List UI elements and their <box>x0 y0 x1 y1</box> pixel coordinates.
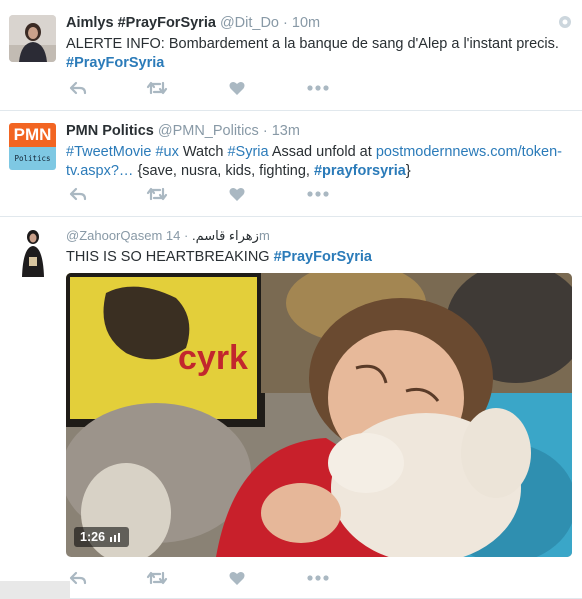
tweet-header: PMN Politics @PMN_Politics · 13m <box>66 123 300 139</box>
tweet-text: ALERTE INFO: Bombardement a la banque de… <box>66 36 559 71</box>
retweet-icon[interactable] <box>145 184 169 204</box>
avatar[interactable] <box>9 15 56 62</box>
hashtag-link[interactable]: #Syria <box>227 144 268 160</box>
retweet-icon[interactable] <box>145 78 169 98</box>
hashtag-link[interactable]: #PrayForSyria <box>274 249 372 265</box>
retweet-icon[interactable] <box>145 568 169 588</box>
tweet-1[interactable]: Aimlys #PrayForSyria @Dit_Do · 10m ALERT… <box>0 0 582 111</box>
display-name[interactable]: Aimlys #PrayForSyria <box>66 15 216 31</box>
reply-icon[interactable] <box>66 184 90 204</box>
bottom-edge-bar <box>0 581 70 599</box>
video-player[interactable]: cyrk 1:26 <box>66 273 572 557</box>
video-duration-badge: 1:26 <box>74 527 130 547</box>
like-icon[interactable] <box>225 184 249 204</box>
user-handle[interactable]: @Dit_Do <box>220 15 279 31</box>
more-icon[interactable] <box>306 78 330 98</box>
avatar[interactable] <box>18 227 48 277</box>
tweet-header: Aimlys #PrayForSyria @Dit_Do · 10m <box>66 15 321 31</box>
more-icon[interactable] <box>306 184 330 204</box>
tweet-text: THIS IS SO HEARTBREAKING #PrayForSyria <box>66 249 372 265</box>
hashtag-link[interactable]: #PrayForSyria <box>66 55 164 71</box>
hashtag-link[interactable]: #TweetMovie <box>66 144 151 160</box>
like-icon[interactable] <box>225 568 249 588</box>
poster-sign-text: cyrk <box>178 339 248 377</box>
display-name[interactable]: PMN Politics <box>66 123 154 139</box>
timestamp[interactable]: 13m <box>272 123 300 139</box>
hashtag-link[interactable]: #prayforsyria <box>314 163 406 179</box>
gear-icon[interactable] <box>558 15 572 29</box>
more-icon[interactable] <box>306 568 330 588</box>
tweet-text: #TweetMovie #ux Watch #Syria Assad unfol… <box>66 144 562 179</box>
user-handle[interactable]: @ZahoorQasem <box>66 228 162 243</box>
video-thumbnail: cyrk <box>66 273 572 557</box>
avatar[interactable]: PMN Politics <box>9 123 56 170</box>
like-icon[interactable] <box>225 78 249 98</box>
display-name[interactable]: زهراء قاسم. <box>192 228 259 243</box>
hashtag-link[interactable]: #ux <box>155 144 178 160</box>
reply-icon[interactable] <box>66 78 90 98</box>
video-icon <box>110 533 121 542</box>
user-handle[interactable]: @PMN_Politics <box>158 123 259 139</box>
tweet-2[interactable]: PMN Politics PMN Politics @PMN_Politics … <box>0 111 582 217</box>
avatar-logo-text: PMN <box>9 123 56 147</box>
avatar-logo-subtext: Politics <box>9 147 56 170</box>
timestamp[interactable]: 10m <box>292 15 320 31</box>
tweet-header: @ZahoorQasem زهراء قاسم. · 14m <box>66 228 270 243</box>
